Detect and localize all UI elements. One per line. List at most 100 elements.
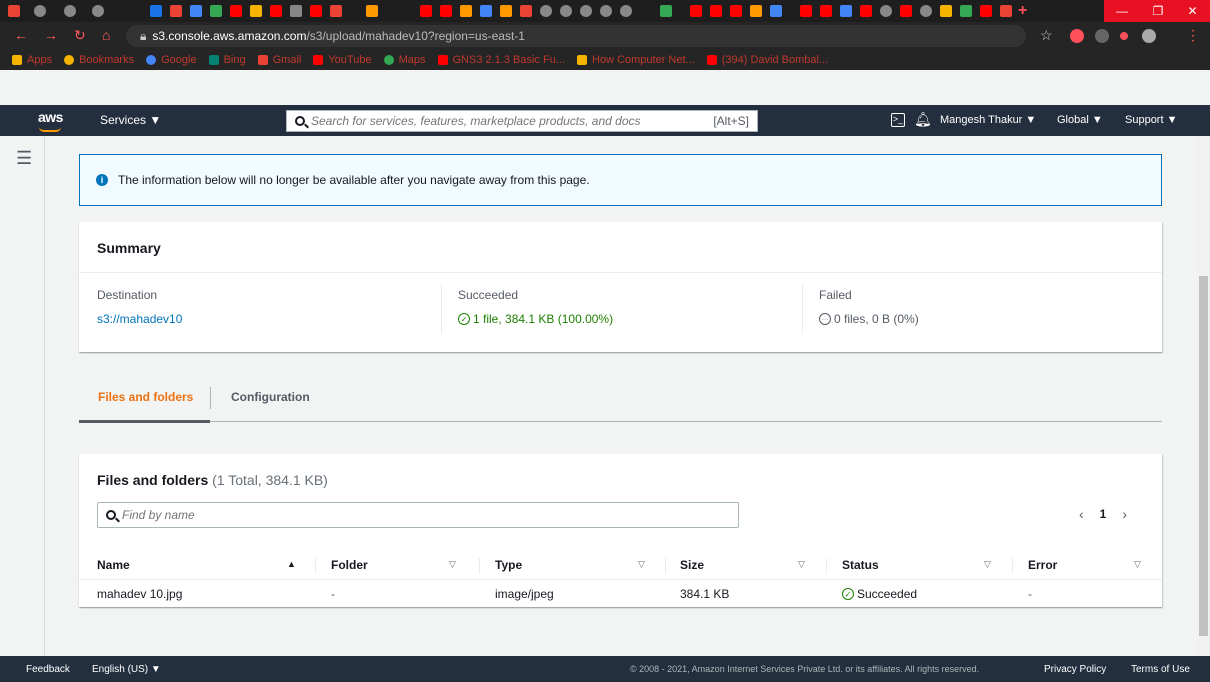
chevron-right-icon[interactable]: › bbox=[1122, 506, 1127, 522]
tab-icon[interactable] bbox=[250, 5, 262, 17]
service-search-input[interactable] bbox=[311, 114, 714, 128]
tab-icon[interactable] bbox=[440, 5, 452, 17]
bookmark-network[interactable]: How Computer Net... bbox=[577, 54, 695, 66]
tab-icon[interactable] bbox=[330, 5, 342, 17]
extension-icon[interactable] bbox=[1070, 29, 1084, 43]
tab-icon[interactable] bbox=[620, 5, 632, 17]
forward-icon[interactable]: → bbox=[44, 27, 58, 43]
tab-icon[interactable] bbox=[290, 5, 302, 17]
tab-icon[interactable] bbox=[750, 5, 762, 17]
page-scrollbar[interactable] bbox=[1197, 136, 1210, 656]
sort-icon[interactable]: ▽ bbox=[449, 559, 456, 570]
column-header-size[interactable]: Size bbox=[680, 558, 704, 572]
minimize-icon[interactable]: — bbox=[1104, 0, 1140, 22]
bookmark-bombal[interactable]: (394) David Bombal... bbox=[706, 54, 828, 66]
tab-icon[interactable] bbox=[420, 5, 432, 17]
tab-icon[interactable] bbox=[560, 5, 572, 17]
gmail-tab-icon[interactable] bbox=[8, 5, 20, 17]
tab-icon[interactable] bbox=[500, 5, 512, 17]
tab-icon[interactable] bbox=[730, 5, 742, 17]
bookmark-youtube[interactable]: YouTube bbox=[313, 54, 372, 66]
tab-icon[interactable] bbox=[480, 5, 492, 17]
column-header-name[interactable]: Name bbox=[97, 558, 130, 572]
tab-icon[interactable] bbox=[34, 5, 46, 17]
column-header-status[interactable]: Status bbox=[842, 558, 879, 572]
tab-icon[interactable] bbox=[150, 5, 162, 17]
tab-icon[interactable] bbox=[92, 5, 104, 17]
menu-dots-icon[interactable]: ⋮ bbox=[1186, 27, 1200, 44]
tab-icon[interactable] bbox=[980, 5, 992, 17]
tab-icon[interactable] bbox=[940, 5, 952, 17]
bookmark-bing[interactable]: Bing bbox=[208, 54, 246, 66]
find-by-name-input[interactable] bbox=[122, 508, 738, 522]
tab-icon[interactable] bbox=[210, 5, 222, 17]
tab-icon[interactable] bbox=[900, 5, 912, 17]
bookmark-google[interactable]: Google bbox=[146, 54, 197, 66]
tab-icon[interactable] bbox=[600, 5, 612, 17]
tab-icon[interactable] bbox=[880, 5, 892, 17]
tab-icon[interactable] bbox=[1000, 5, 1012, 17]
tab-files-and-folders[interactable]: Files and folders bbox=[98, 390, 193, 404]
tab-icon[interactable] bbox=[710, 5, 722, 17]
page-number[interactable]: 1 bbox=[1100, 507, 1107, 521]
tab-icon[interactable] bbox=[920, 5, 932, 17]
maximize-icon[interactable]: ❐ bbox=[1140, 0, 1176, 22]
column-header-type[interactable]: Type bbox=[495, 558, 522, 572]
tab-icon[interactable] bbox=[310, 5, 322, 17]
tab-icon[interactable] bbox=[270, 5, 282, 17]
new-tab-icon[interactable]: + bbox=[1018, 2, 1027, 20]
tab-icon[interactable] bbox=[800, 5, 812, 17]
file-name-link[interactable]: mahadev 10.jpg bbox=[97, 587, 182, 601]
tab-icon[interactable] bbox=[230, 5, 242, 17]
extension-icon[interactable] bbox=[1120, 32, 1128, 40]
column-header-error[interactable]: Error bbox=[1028, 558, 1057, 572]
sort-icon[interactable]: ▽ bbox=[984, 559, 991, 570]
bookmark-gns3[interactable]: GNS3 2.1.3 Basic Fu... bbox=[437, 54, 565, 66]
destination-link[interactable]: s3://mahadev10 bbox=[97, 312, 182, 326]
profile-avatar[interactable] bbox=[1142, 29, 1156, 43]
tab-icon[interactable] bbox=[190, 5, 202, 17]
account-menu[interactable]: Mangesh Thakur ▼ bbox=[940, 114, 1036, 126]
aws-logo[interactable]: aws bbox=[38, 109, 63, 132]
sort-icon[interactable]: ▽ bbox=[798, 559, 805, 570]
home-icon[interactable]: ⌂ bbox=[102, 27, 110, 43]
url-field[interactable]: 🔒︎ s3.console.aws.amazon.com /s3/upload/… bbox=[126, 25, 1026, 47]
bookmark-gmail[interactable]: Gmail bbox=[257, 54, 301, 66]
close-icon[interactable]: ✕ bbox=[1175, 0, 1210, 22]
find-by-name-box[interactable] bbox=[97, 502, 739, 528]
tab-icon[interactable] bbox=[540, 5, 552, 17]
tab-icon[interactable] bbox=[64, 5, 76, 17]
star-icon[interactable]: ☆ bbox=[1040, 27, 1053, 44]
tab-icon[interactable] bbox=[840, 5, 852, 17]
feedback-link[interactable]: Feedback bbox=[26, 664, 70, 675]
tab-icon[interactable] bbox=[860, 5, 872, 17]
sort-icon[interactable]: ▽ bbox=[638, 559, 645, 570]
cloudshell-icon[interactable]: >_ bbox=[891, 113, 905, 127]
extension-icon[interactable] bbox=[1095, 29, 1109, 43]
support-menu[interactable]: Support ▼ bbox=[1125, 114, 1177, 126]
sort-icon[interactable]: ▽ bbox=[1134, 559, 1141, 570]
bookmark-folder[interactable]: Bookmarks bbox=[64, 54, 134, 66]
privacy-policy-link[interactable]: Privacy Policy bbox=[1044, 664, 1106, 675]
tab-icon[interactable] bbox=[960, 5, 972, 17]
aws-tab-icon[interactable] bbox=[366, 5, 378, 17]
services-menu-button[interactable]: Services ▼ bbox=[100, 113, 161, 127]
tab-icon[interactable] bbox=[660, 5, 672, 17]
sort-ascending-icon[interactable]: ▲ bbox=[287, 559, 296, 569]
back-icon[interactable]: ← bbox=[14, 27, 28, 43]
hamburger-menu-icon[interactable]: ☰ bbox=[16, 148, 32, 169]
bookmark-apps[interactable]: Apps bbox=[12, 54, 52, 66]
chevron-left-icon[interactable]: ‹ bbox=[1079, 506, 1084, 522]
tab-icon[interactable] bbox=[170, 5, 182, 17]
column-header-folder[interactable]: Folder bbox=[331, 558, 368, 572]
terms-of-use-link[interactable]: Terms of Use bbox=[1131, 664, 1190, 675]
bookmark-maps[interactable]: Maps bbox=[383, 54, 426, 66]
bell-icon[interactable]: 🔔︎ bbox=[914, 111, 932, 128]
scrollbar-thumb[interactable] bbox=[1199, 276, 1208, 636]
tab-icon[interactable] bbox=[690, 5, 702, 17]
tab-icon[interactable] bbox=[520, 5, 532, 17]
region-menu[interactable]: Global ▼ bbox=[1057, 114, 1103, 126]
tab-icon[interactable] bbox=[580, 5, 592, 17]
tab-icon[interactable] bbox=[820, 5, 832, 17]
reload-icon[interactable]: ↻ bbox=[74, 27, 86, 44]
